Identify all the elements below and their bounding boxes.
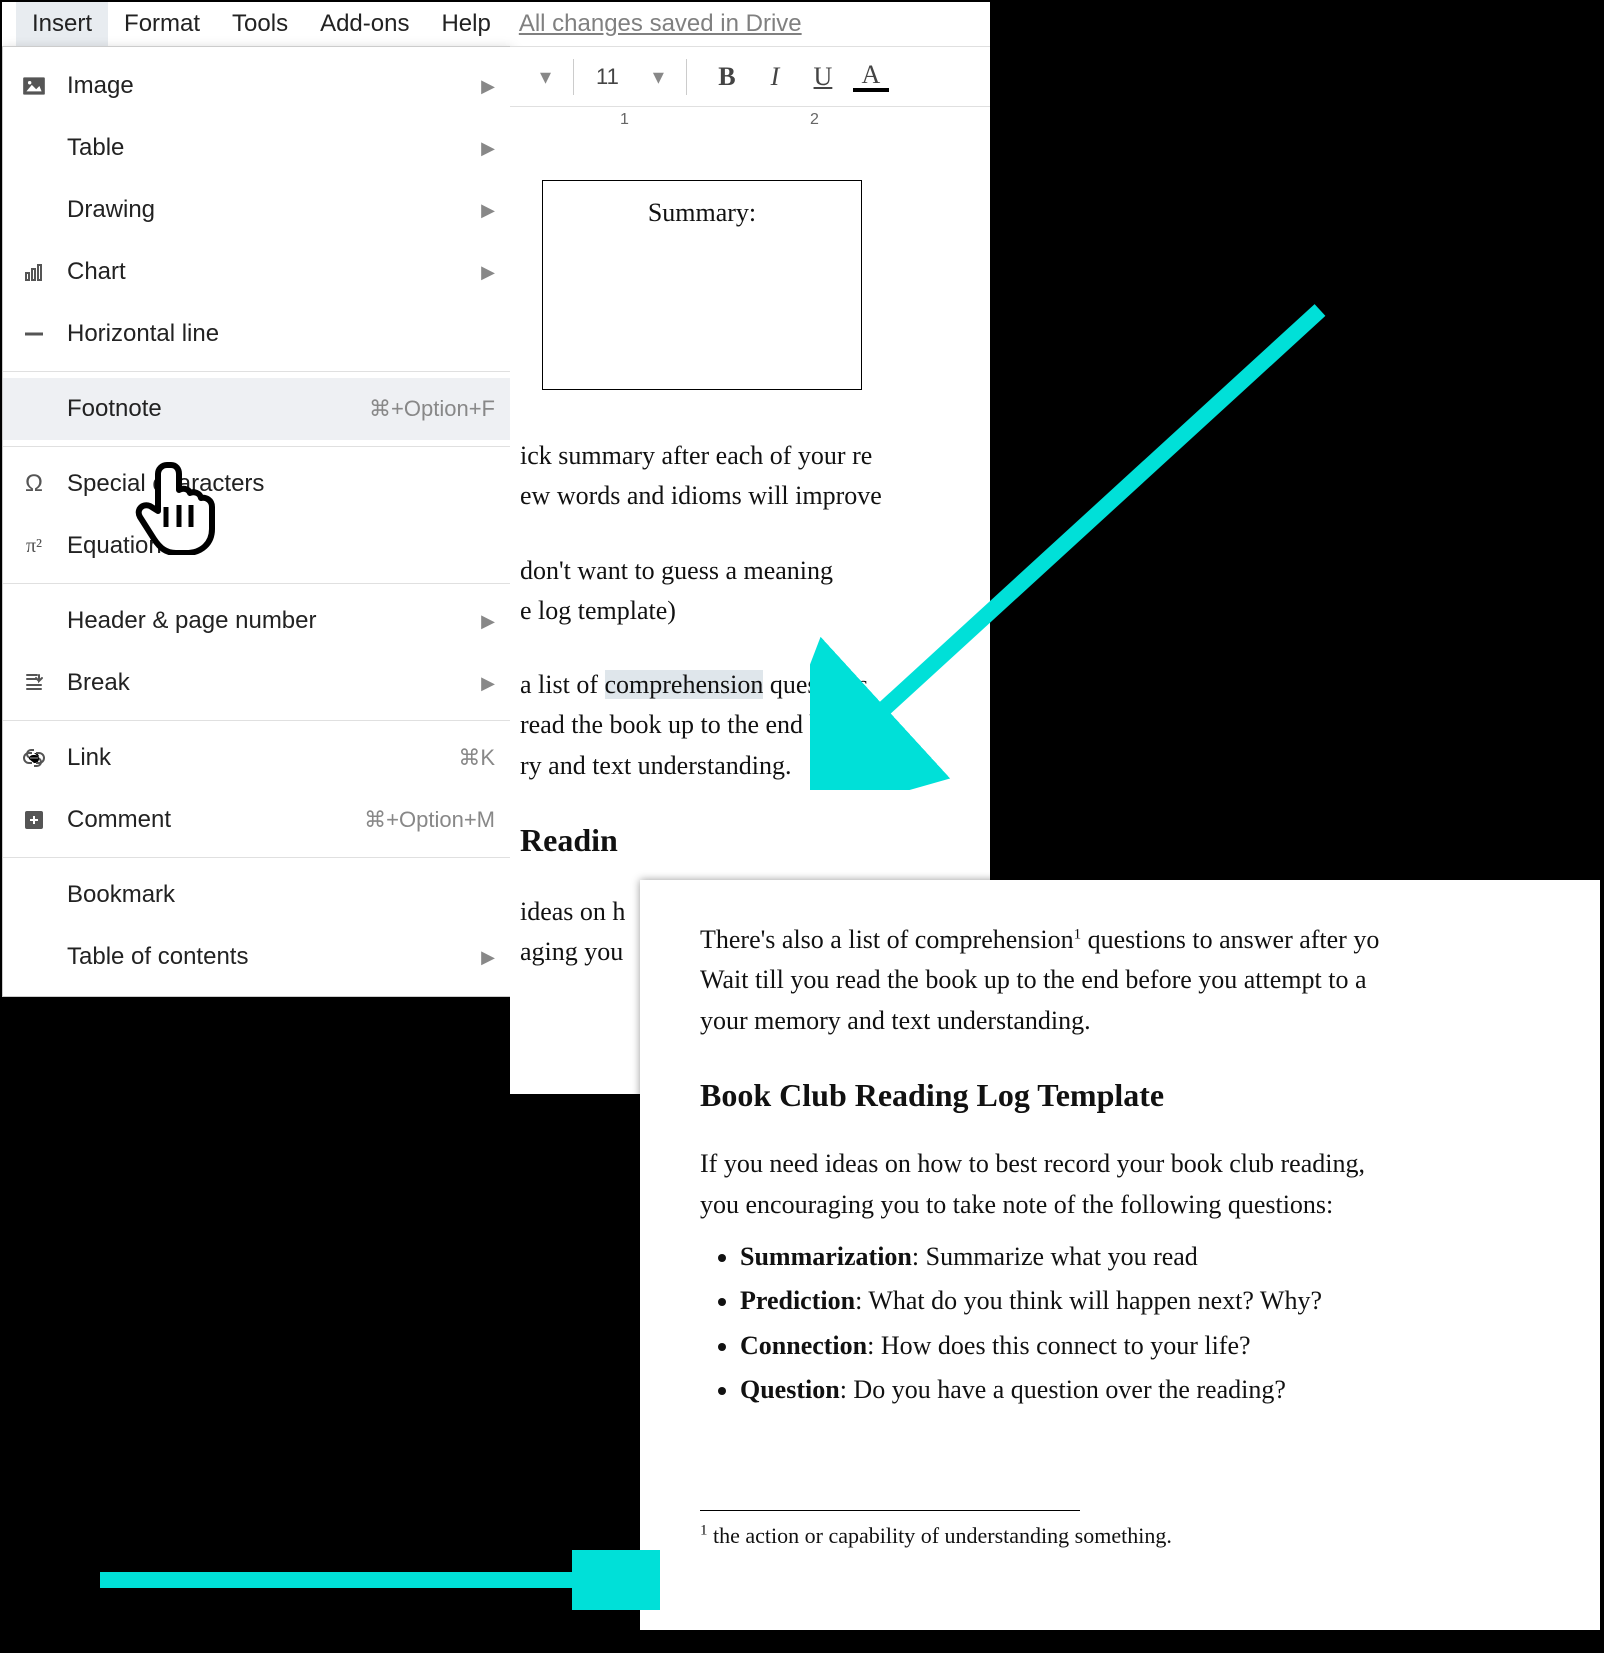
footnote-text: 1 the action or capability of understand… <box>700 1519 1600 1553</box>
dd-label: Equation <box>67 532 495 560</box>
body-text: ry and text understanding. <box>520 746 990 786</box>
cell-title: Summary: <box>648 198 756 227</box>
section-heading: Book Club Reading Log Template <box>700 1071 1600 1121</box>
dd-shortcut: ⌘+Option+M <box>364 807 495 833</box>
text-color-button[interactable]: A <box>853 62 889 92</box>
body-text: Wait till you read the book up to the en… <box>700 960 1600 1000</box>
table-cell-summary[interactable]: Summary: <box>542 180 862 390</box>
body-text: e log template) <box>520 591 990 631</box>
font-dropdown[interactable]: ▾ <box>540 64 551 90</box>
dd-label: Table <box>67 134 469 162</box>
dd-label: Comment <box>67 806 364 834</box>
annotation-arrow-2 <box>90 1550 660 1610</box>
ruler[interactable]: 1 2 <box>510 106 990 136</box>
dd-comment[interactable]: Comment ⌘+Option+M <box>3 789 511 851</box>
dd-label: Break <box>67 669 469 697</box>
list-item: Question: Do you have a question over th… <box>740 1370 1600 1410</box>
dd-header-page[interactable]: Header & page number ▶ <box>3 590 511 652</box>
dd-shortcut: ⌘+Option+F <box>369 396 495 422</box>
dd-label: Link <box>67 744 458 772</box>
break-icon <box>19 668 49 698</box>
dd-image[interactable]: Image ▶ <box>3 55 511 117</box>
separator <box>3 371 511 372</box>
omega-icon: Ω <box>19 469 49 499</box>
bold-button[interactable]: B <box>709 62 745 92</box>
dd-label: Special characters <box>67 470 495 498</box>
dd-label: Footnote <box>67 395 369 423</box>
separator <box>3 583 511 584</box>
dd-label: Chart <box>67 258 469 286</box>
body-text: you encouraging you to take note of the … <box>700 1185 1600 1225</box>
comment-icon <box>19 805 49 835</box>
saved-status[interactable]: All changes saved in Drive <box>519 10 802 38</box>
dd-label: Table of contents <box>67 943 469 971</box>
menubar: Insert Format Tools Add-ons Help All cha… <box>2 2 990 46</box>
chevron-right-icon: ▶ <box>481 262 495 283</box>
list-item: Prediction: What do you think will happe… <box>740 1281 1600 1321</box>
dd-toc[interactable]: Table of contents ▶ <box>3 926 511 988</box>
separator <box>686 59 687 95</box>
body-text: read the book up to the end befo <box>520 705 990 745</box>
separator <box>3 857 511 858</box>
menu-addons[interactable]: Add-ons <box>304 2 425 46</box>
insert-dropdown: Image ▶ Table ▶ Drawing ▶ Chart ▶ Horizo… <box>2 46 512 997</box>
format-toolbar: ▾ 11 ▾ B I U A <box>510 46 990 106</box>
body-text: don't want to guess a meaning <box>520 551 990 591</box>
chevron-right-icon: ▶ <box>481 138 495 159</box>
dd-bookmark[interactable]: Bookmark <box>3 864 511 926</box>
hline-icon <box>19 319 49 349</box>
dd-label: Drawing <box>67 196 469 224</box>
menu-format[interactable]: Format <box>108 2 216 46</box>
footnote-separator <box>700 1510 1080 1511</box>
body-text: If you need ideas on how to best record … <box>700 1144 1600 1184</box>
pi2-icon: π² <box>19 531 49 561</box>
body-text: ew words and idioms will improve <box>520 476 990 516</box>
menu-tools[interactable]: Tools <box>216 2 304 46</box>
list-item: Summarization: Summarize what you read <box>740 1237 1600 1277</box>
chevron-right-icon: ▶ <box>481 200 495 221</box>
dd-drawing[interactable]: Drawing ▶ <box>3 179 511 241</box>
menu-help[interactable]: Help <box>425 2 506 46</box>
dd-label: Bookmark <box>67 881 495 909</box>
dd-link[interactable]: Link ⌘K <box>3 727 511 789</box>
font-size-value: 11 <box>596 64 619 90</box>
separator <box>3 446 511 447</box>
dd-label: Image <box>67 72 469 100</box>
selected-text[interactable]: comprehension <box>605 670 764 699</box>
dd-specialchars[interactable]: Ω Special characters <box>3 453 511 515</box>
heading-fragment: Readin <box>520 816 990 866</box>
list-item: Connection: How does this connect to you… <box>740 1326 1600 1366</box>
menu-insert[interactable]: Insert <box>16 2 108 46</box>
image-icon <box>19 71 49 101</box>
separator <box>573 59 574 95</box>
separator <box>3 720 511 721</box>
dd-break[interactable]: Break ▶ <box>3 652 511 714</box>
body-text: ick summary after each of your re <box>520 436 990 476</box>
chevron-right-icon: ▶ <box>481 673 495 694</box>
dd-table[interactable]: Table ▶ <box>3 117 511 179</box>
body-text: your memory and text understanding. <box>700 1001 1600 1041</box>
dd-hline[interactable]: Horizontal line <box>3 303 511 365</box>
link-icon <box>19 743 49 773</box>
dd-equation[interactable]: π² Equation <box>3 515 511 577</box>
dd-chart[interactable]: Chart ▶ <box>3 241 511 303</box>
dd-label: Header & page number <box>67 607 469 635</box>
underline-button[interactable]: U <box>805 62 841 92</box>
dd-footnote[interactable]: Footnote ⌘+Option+F <box>3 378 511 440</box>
chart-icon <box>19 257 49 287</box>
chevron-right-icon: ▶ <box>481 947 495 968</box>
ruler-mark: 1 <box>620 111 629 129</box>
italic-button[interactable]: I <box>757 62 793 92</box>
dd-shortcut: ⌘K <box>458 745 495 771</box>
chevron-down-icon: ▾ <box>653 64 664 90</box>
body-text: There's also a list of comprehension1 qu… <box>700 920 1600 960</box>
bullet-list: Summarization: Summarize what you read P… <box>740 1237 1600 1410</box>
dd-label: Horizontal line <box>67 320 495 348</box>
chevron-right-icon: ▶ <box>481 76 495 97</box>
chevron-right-icon: ▶ <box>481 611 495 632</box>
body-text: a list of comprehension questions <box>520 665 990 705</box>
ruler-mark: 2 <box>810 111 819 129</box>
document-page-inset[interactable]: There's also a list of comprehension1 qu… <box>640 880 1600 1630</box>
font-size-field[interactable]: 11 ▾ <box>596 64 664 90</box>
